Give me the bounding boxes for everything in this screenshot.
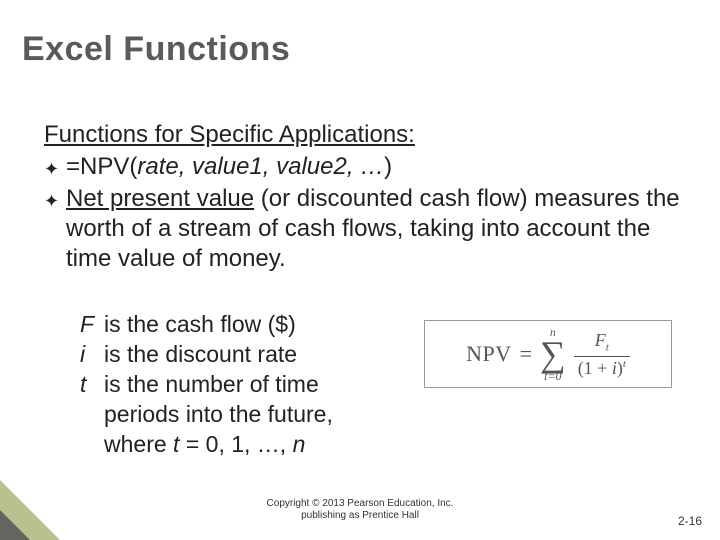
def-text: is the discount rate [104,340,390,370]
func-args: rate, value1, value2, … [137,153,384,180]
def-var: n [293,431,306,457]
def-row: F is the cash flow ($) [80,310,390,340]
formula-box: NPV = n ∑ t=0 Ft (1 + i)t [424,320,672,388]
def-text: is the cash flow ($) [104,310,390,340]
equals-sign: = [520,341,532,367]
bullet-item: ✦ Net present value (or discounted cash … [44,184,690,274]
def-var: i [80,340,104,370]
slide-title: Excel Functions [22,30,290,69]
den-exp: t [623,358,626,370]
def-text: is the number of time [104,370,390,400]
func-suffix: ) [384,153,392,180]
term-underline: Net present value [66,185,254,212]
bullet-item: ✦ =NPV(rate, value1, value2, …) [44,152,690,184]
bullet-icon: ✦ [44,184,66,216]
num-F: F [595,330,606,350]
def-continuation: periods into the future, [104,400,390,430]
sub-heading: Functions for Specific Applications: [44,120,690,150]
def-var: t [80,370,104,400]
def-var: F [80,310,104,340]
slide-number: 2-16 [678,514,702,528]
sum-lower: t=0 [544,370,561,382]
bullet-text: Net present value (or discounted cash fl… [66,184,690,274]
definitions-block: F is the cash flow ($) i is the discount… [80,310,390,459]
slide: Excel Functions Functions for Specific A… [0,0,720,540]
fraction-denominator: (1 + i)t [574,359,630,377]
def-continuation: where t = 0, 1, …, n [104,430,390,460]
content-block: Functions for Specific Applications: ✦ =… [44,120,690,274]
fraction-bar [574,356,630,357]
fraction: Ft (1 + i)t [574,331,630,377]
copyright-line: Copyright © 2013 Pearson Education, Inc. [0,498,720,510]
func-prefix: =NPV( [66,153,137,180]
fraction-numerator: Ft [591,331,613,354]
formula-label: NPV [466,341,512,367]
def-row: i is the discount rate [80,340,390,370]
den-open: (1 + [578,358,612,378]
bullet-list: ✦ =NPV(rate, value1, value2, …) ✦ Net pr… [44,152,690,274]
bullet-text: =NPV(rate, value1, value2, …) [66,152,690,182]
def-text: = 0, 1, …, [179,431,292,457]
copyright-line: publishing as Prentice Hall [0,510,720,522]
copyright: Copyright © 2013 Pearson Education, Inc.… [0,498,720,522]
summation: n ∑ t=0 [540,326,566,382]
num-sub: t [606,342,609,354]
bullet-icon: ✦ [44,152,66,184]
def-text: where [104,431,173,457]
sigma-icon: ∑ [540,338,566,370]
npv-formula: NPV = n ∑ t=0 Ft (1 + i)t [466,326,630,382]
def-row: t is the number of time [80,370,390,400]
